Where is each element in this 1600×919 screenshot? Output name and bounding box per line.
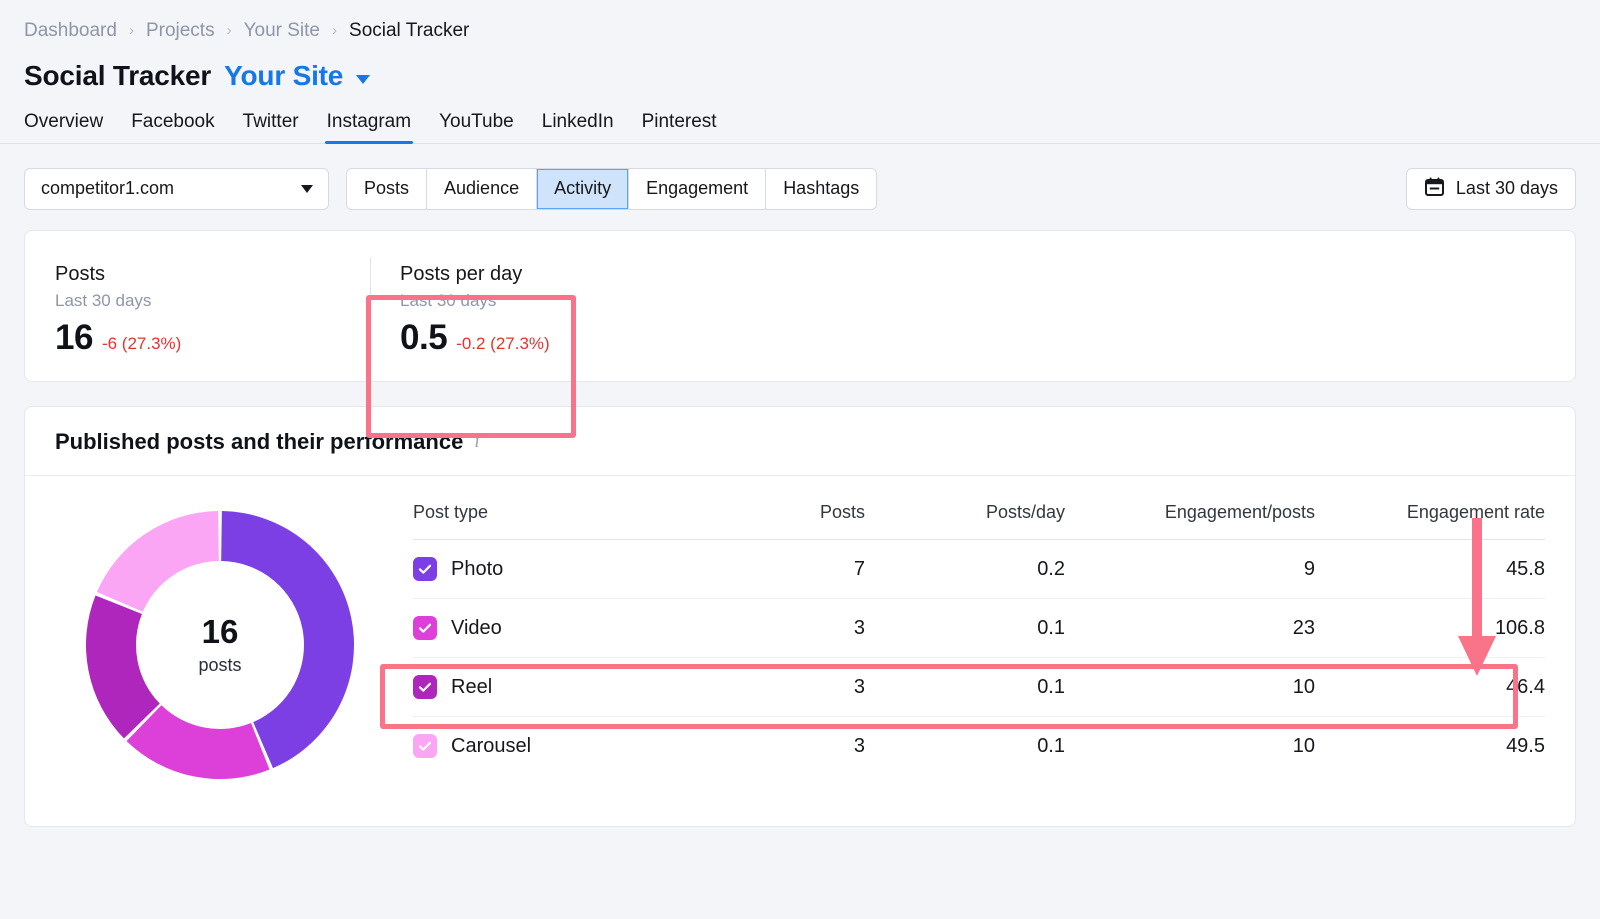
performance-card-header: Published posts and their performance i <box>25 407 1575 476</box>
page-title: Social Tracker Your Site <box>0 44 1600 96</box>
post-type-table: Post type Posts Posts/day Engagement/pos… <box>413 502 1545 775</box>
breadcrumb-separator-icon: › <box>226 21 232 39</box>
date-range-label: Last 30 days <box>1455 178 1558 198</box>
kpi-card: Posts Last 30 days 16 -6 (27.3%) Posts p… <box>24 230 1576 382</box>
cell-posts: 3 <box>715 598 865 658</box>
kpi-posts-per-day-period: Last 30 days <box>400 291 497 310</box>
cell-engagement-posts: 10 <box>1292 734 1315 757</box>
kpi-posts-per-day-value: 0.5 <box>400 318 448 357</box>
cell-post-type: Video <box>413 598 715 658</box>
cell-posts-per-day: 0.2 <box>865 539 1065 599</box>
post-type-donut-chart: 16 posts <box>55 500 385 784</box>
checkbox-photo[interactable] <box>413 557 437 581</box>
performance-card-body: 16 posts Post type Posts Posts/day Engag… <box>25 476 1575 826</box>
kpi-posts-per-day-label: Posts per day <box>400 263 523 285</box>
breadcrumb-item-social-tracker: Social Tracker <box>349 20 470 41</box>
post-type-label-photo: Photo <box>451 557 504 580</box>
section-segmented-control: Posts Audience Activity Engagement Hasht… <box>346 167 878 210</box>
kpi-posts-per-day-delta: -0.2 (27.3%) <box>456 334 550 353</box>
checkbox-carousel[interactable] <box>413 734 437 758</box>
project-selector-label[interactable]: Your Site <box>224 60 343 92</box>
column-header-posts-per-day[interactable]: Posts/day <box>865 502 1065 540</box>
tab-instagram[interactable]: Instagram <box>324 111 414 144</box>
column-header-engagement-rate[interactable]: Engagement rate <box>1315 502 1545 540</box>
post-type-label-video: Video <box>451 616 502 639</box>
breadcrumb-item-dashboard[interactable]: Dashboard <box>24 20 117 42</box>
cell-posts: 3 <box>853 734 865 757</box>
kpi-posts-delta: -6 (27.3%) <box>101 334 182 353</box>
kpi-posts-label: Posts <box>55 263 106 285</box>
cell-engagement-posts: 23 <box>1065 598 1315 658</box>
kpi-posts-per-day: Posts per day Last 30 days 0.5 -0.2 (27.… <box>370 255 715 381</box>
breadcrumb-item-your-site[interactable]: Your Site <box>244 20 320 42</box>
table-row[interactable]: Photo 7 0.2 9 45.8 <box>413 539 1545 599</box>
page-title-text: Social Tracker <box>24 60 212 91</box>
domain-select[interactable]: competitor1.com <box>24 167 329 210</box>
cell-engagement-posts: 10 <box>1065 657 1315 717</box>
checkbox-video[interactable] <box>413 616 437 640</box>
breadcrumb-item-projects[interactable]: Projects <box>146 20 215 42</box>
column-header-engagement-posts[interactable]: Engagement/posts <box>1065 502 1315 540</box>
cell-posts-per-day: 0.1 <box>865 657 1065 717</box>
post-type-label-reel: Reel <box>451 675 493 698</box>
performance-card-title: Published posts and their performance <box>55 429 464 454</box>
cell-posts-per-day: 0.1 <box>865 598 1065 658</box>
chevron-down-icon <box>301 184 313 193</box>
info-icon[interactable]: i <box>474 431 479 453</box>
cell-engagement-rate: 45.8 <box>1315 539 1545 599</box>
table-header-row: Post type Posts Posts/day Engagement/pos… <box>413 502 1545 540</box>
table-row[interactable]: Reel 3 0.1 10 46.4 <box>413 657 1545 717</box>
chevron-down-icon[interactable] <box>356 74 371 84</box>
cell-engagement-rate: 106.8 <box>1315 598 1545 658</box>
post-type-label-carousel: Carousel <box>451 734 532 757</box>
kpi-posts-period: Last 30 days <box>55 291 152 310</box>
segment-engagement[interactable]: Engagement <box>629 168 767 209</box>
donut-svg <box>86 511 354 779</box>
channel-tabs: Overview Facebook Twitter Instagram YouT… <box>0 96 1600 144</box>
kpi-posts-value: 16 <box>55 318 93 357</box>
published-posts-performance-card: Published posts and their performance i … <box>24 406 1576 827</box>
column-header-posts[interactable]: Posts <box>715 502 865 540</box>
tab-overview[interactable]: Overview <box>24 111 103 143</box>
segment-activity[interactable]: Activity <box>537 168 630 209</box>
tab-twitter[interactable]: Twitter <box>243 111 299 143</box>
domain-select-value: competitor1.com <box>41 178 175 198</box>
cell-engagement-rate: 46.4 <box>1315 657 1545 717</box>
breadcrumb: Dashboard › Projects › Your Site › Socia… <box>0 0 1600 44</box>
segment-audience[interactable]: Audience <box>427 168 538 209</box>
breadcrumb-separator-icon: › <box>128 21 134 39</box>
tab-facebook[interactable]: Facebook <box>131 111 214 143</box>
column-header-post-type[interactable]: Post type <box>413 502 715 540</box>
segment-hashtags[interactable]: Hashtags <box>766 168 877 209</box>
cell-post-type: Carousel <box>413 717 715 776</box>
cell-posts: 3 <box>715 657 865 717</box>
calendar-icon <box>1424 176 1445 202</box>
donut-segment-video[interactable] <box>126 705 270 779</box>
tab-youtube[interactable]: YouTube <box>439 111 514 143</box>
donut-segment-reel[interactable] <box>86 595 160 739</box>
table-row[interactable]: Video 3 0.1 23 106.8 <box>413 598 1545 658</box>
cell-posts-per-day: 0.1 <box>1037 734 1065 757</box>
filters-toolbar: competitor1.com Posts Audience Activity … <box>0 144 1600 212</box>
cell-engagement-posts: 9 <box>1065 539 1315 599</box>
cell-post-type: Reel <box>413 657 715 717</box>
cell-engagement-rate: 49.5 <box>1506 734 1545 757</box>
tab-linkedin[interactable]: LinkedIn <box>542 111 614 143</box>
kpi-posts: Posts Last 30 days 16 -6 (27.3%) <box>25 255 370 381</box>
checkbox-reel[interactable] <box>413 675 437 699</box>
cell-posts: 7 <box>715 539 865 599</box>
table-row[interactable]: Carousel 3 0.1 10 49.5 <box>413 717 1545 776</box>
segment-posts[interactable]: Posts <box>347 168 428 209</box>
date-range-picker[interactable]: Last 30 days <box>1405 167 1576 210</box>
tab-pinterest[interactable]: Pinterest <box>642 111 717 143</box>
donut-segment-carousel[interactable] <box>96 511 219 612</box>
cell-post-type: Photo <box>413 539 715 599</box>
breadcrumb-separator-icon: › <box>332 21 338 39</box>
